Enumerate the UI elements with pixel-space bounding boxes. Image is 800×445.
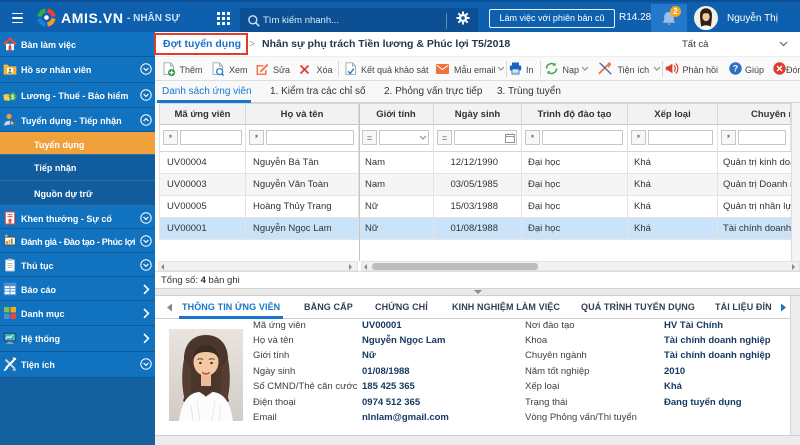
svg-text:?: ? — [733, 64, 739, 74]
svg-text:$: $ — [11, 94, 15, 101]
